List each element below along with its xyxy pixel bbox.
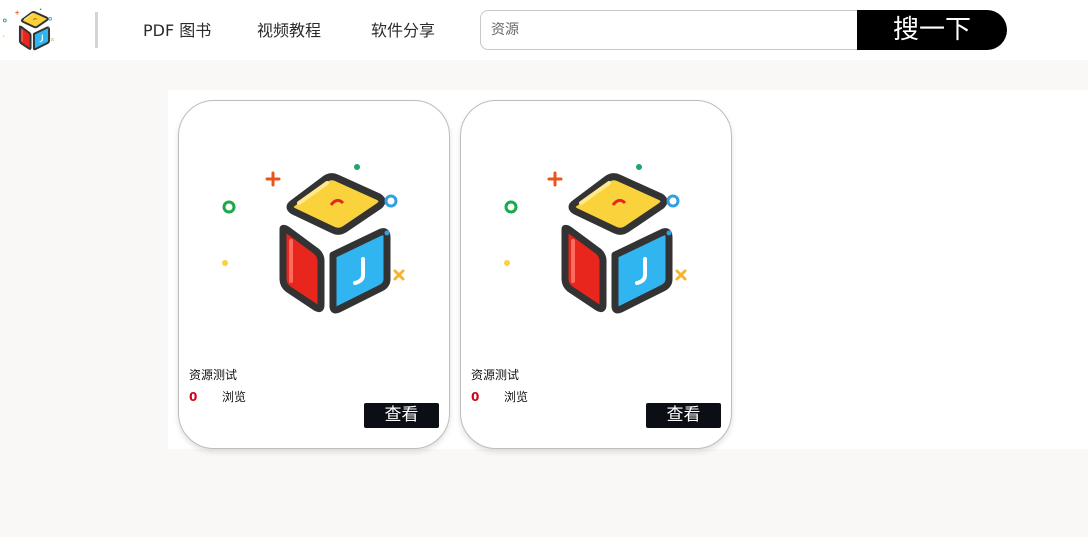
view-button[interactable]: 查看 <box>364 403 439 428</box>
resource-card[interactable]: 资源测试 0 浏览 查看 <box>178 100 450 449</box>
card-title[interactable]: 资源测试 <box>471 367 519 383</box>
resource-card[interactable]: 资源测试 0 浏览 查看 <box>460 100 732 449</box>
search-input[interactable] <box>480 10 860 50</box>
nav-software-share[interactable]: 软件分享 <box>371 20 435 42</box>
logo-cube-icon[interactable] <box>1 4 58 56</box>
view-count-label: 浏览 <box>222 390 247 404</box>
search-button[interactable]: 搜一下 <box>857 10 1007 50</box>
view-count: 0 <box>471 390 480 404</box>
view-button[interactable]: 查看 <box>646 403 721 428</box>
header-divider <box>95 12 98 48</box>
resource-grid: 资源测试 0 浏览 查看 资源测试 0 浏览 查看 <box>168 90 1088 449</box>
card-title[interactable]: 资源测试 <box>189 367 237 383</box>
cube-illustration-icon[interactable] <box>501 151 701 321</box>
view-count-label: 浏览 <box>504 390 529 404</box>
top-header: PDF 图书 视频教程 软件分享 搜一下 <box>0 0 1088 60</box>
search-bar: 搜一下 <box>480 10 1007 50</box>
nav-pdf-books[interactable]: PDF 图书 <box>143 20 211 42</box>
nav-video-tutorials[interactable]: 视频教程 <box>257 20 321 42</box>
view-count: 0 <box>189 390 198 404</box>
cube-illustration-icon[interactable] <box>219 151 419 321</box>
